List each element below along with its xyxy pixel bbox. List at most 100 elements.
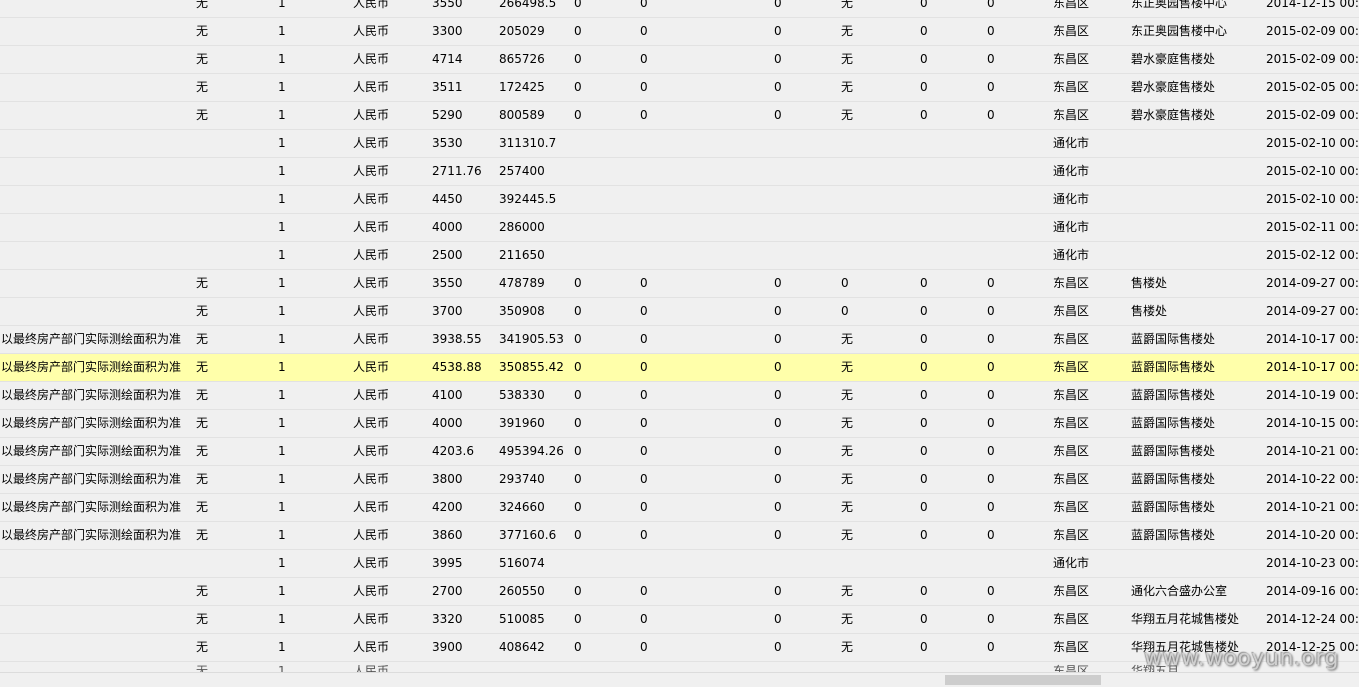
table-cell[interactable]: 211650: [499, 242, 571, 269]
table-cell[interactable]: 东昌区: [1053, 382, 1123, 409]
table-cell[interactable]: 2014-12-15 00:00: [1266, 0, 1359, 17]
table-cell[interactable]: 4203.6: [432, 438, 496, 465]
table-cell[interactable]: 3938.55: [432, 326, 496, 353]
table-cell[interactable]: 0: [774, 438, 814, 465]
table-cell[interactable]: [1, 102, 191, 129]
table-cell[interactable]: 0: [920, 354, 960, 381]
table-row[interactable]: 无 1 人民币 3550 478789 0 0 0 0 0 0 东昌区 售楼处 2014-09-27 00…: [0, 270, 1359, 298]
table-cell[interactable]: 人民币: [353, 550, 423, 577]
table-cell[interactable]: 无: [196, 354, 236, 381]
table-cell[interactable]: 478789: [499, 270, 571, 297]
table-cell[interactable]: 东昌区: [1053, 634, 1123, 661]
table-cell[interactable]: 东昌区: [1053, 522, 1123, 549]
table-cell[interactable]: 无: [841, 46, 881, 73]
table-cell[interactable]: 0: [774, 298, 814, 325]
table-cell[interactable]: 0: [987, 102, 1027, 129]
table-cell[interactable]: 1: [278, 606, 318, 633]
table-cell[interactable]: 0: [640, 438, 680, 465]
table-cell[interactable]: [1131, 158, 1261, 185]
table-cell[interactable]: 人民币: [353, 522, 423, 549]
table-cell[interactable]: 东正奥园售楼中心: [1131, 0, 1261, 17]
table-cell[interactable]: 无: [841, 382, 881, 409]
table-cell[interactable]: 1: [278, 186, 318, 213]
table-cell[interactable]: 0: [920, 18, 960, 45]
table-cell[interactable]: 无: [841, 466, 881, 493]
table-cell[interactable]: 1: [278, 46, 318, 73]
table-cell[interactable]: 4450: [432, 186, 496, 213]
table-cell[interactable]: 0: [574, 18, 614, 45]
table-cell[interactable]: 0: [774, 354, 814, 381]
table-cell[interactable]: 以最终房产部门实际测绘面积为准: [1, 354, 191, 381]
table-cell[interactable]: 东昌区: [1053, 438, 1123, 465]
scrollbar-thumb[interactable]: [945, 675, 1101, 685]
table-cell[interactable]: 0: [574, 298, 614, 325]
table-cell[interactable]: 4100: [432, 382, 496, 409]
table-cell[interactable]: [987, 130, 1027, 157]
table-cell[interactable]: 东昌区: [1053, 298, 1123, 325]
table-cell[interactable]: 0: [987, 410, 1027, 437]
table-cell[interactable]: 人民币: [353, 298, 423, 325]
table-cell[interactable]: 无: [841, 354, 881, 381]
table-cell[interactable]: [196, 130, 236, 157]
table-cell[interactable]: 2014-09-27 00:00: [1266, 298, 1359, 325]
table-cell[interactable]: 碧水豪庭售楼处: [1131, 102, 1261, 129]
table-cell[interactable]: 0: [920, 326, 960, 353]
table-cell[interactable]: [1, 550, 191, 577]
table-cell[interactable]: 495394.26: [499, 438, 571, 465]
table-cell[interactable]: 东昌区: [1053, 494, 1123, 521]
table-cell[interactable]: 0: [774, 0, 814, 17]
table-cell[interactable]: 0: [640, 382, 680, 409]
table-cell[interactable]: [1, 130, 191, 157]
table-cell[interactable]: 售楼处: [1131, 270, 1261, 297]
table-cell[interactable]: 人民币: [353, 382, 423, 409]
table-cell[interactable]: 1: [278, 298, 318, 325]
table-row[interactable]: 无 1 人民币 3550 266498.5 0 0 0 无 0 0 东昌区 东正奥园售楼中心 2014-1…: [0, 0, 1359, 18]
table-cell[interactable]: 0: [920, 46, 960, 73]
table-cell[interactable]: [1131, 242, 1261, 269]
table-cell[interactable]: 0: [920, 606, 960, 633]
table-cell[interactable]: 0: [774, 578, 814, 605]
table-cell[interactable]: [1131, 186, 1261, 213]
table-cell[interactable]: 0: [774, 46, 814, 73]
table-cell[interactable]: 311310.7: [499, 130, 571, 157]
table-cell[interactable]: 0: [987, 0, 1027, 17]
table-cell[interactable]: 293740: [499, 466, 571, 493]
table-cell[interactable]: 0: [774, 326, 814, 353]
table-cell[interactable]: 0: [920, 102, 960, 129]
table-cell[interactable]: 377160.6: [499, 522, 571, 549]
table-cell[interactable]: 0: [774, 606, 814, 633]
table-cell[interactable]: 5290: [432, 102, 496, 129]
table-cell[interactable]: 0: [640, 634, 680, 661]
table-cell[interactable]: 1: [278, 242, 318, 269]
table-cell[interactable]: 以最终房产部门实际测绘面积为准: [1, 466, 191, 493]
table-cell[interactable]: 0: [640, 494, 680, 521]
table-cell[interactable]: 0: [920, 298, 960, 325]
table-cell[interactable]: 257400: [499, 158, 571, 185]
table-cell[interactable]: [920, 186, 960, 213]
table-cell[interactable]: 人民币: [353, 242, 423, 269]
table-cell[interactable]: [574, 242, 614, 269]
table-cell[interactable]: 0: [920, 494, 960, 521]
table-cell[interactable]: [1, 634, 191, 661]
table-row[interactable]: 1 人民币 2711.76257400 通化市 2015-02-10 00:00: [0, 158, 1359, 186]
table-cell[interactable]: 人民币: [353, 466, 423, 493]
table-cell[interactable]: 3860: [432, 522, 496, 549]
table-cell[interactable]: 2015-02-09 00:00: [1266, 18, 1359, 45]
table-cell[interactable]: 碧水豪庭售楼处: [1131, 74, 1261, 101]
table-cell[interactable]: 865726: [499, 46, 571, 73]
table-cell[interactable]: 人民币: [353, 18, 423, 45]
table-row[interactable]: 以最终房产部门实际测绘面积为准无 1 人民币 3860 377160.6 0 0 0 无 0 0 东昌…: [0, 522, 1359, 550]
table-cell[interactable]: 1: [278, 130, 318, 157]
table-cell[interactable]: 0: [640, 354, 680, 381]
table-cell[interactable]: 0: [987, 382, 1027, 409]
table-cell[interactable]: 东昌区: [1053, 410, 1123, 437]
table-cell[interactable]: 0: [987, 46, 1027, 73]
table-cell[interactable]: 0: [640, 270, 680, 297]
table-cell[interactable]: 人民币: [353, 578, 423, 605]
table-cell[interactable]: 0: [920, 466, 960, 493]
table-cell[interactable]: 无: [841, 606, 881, 633]
table-cell[interactable]: 0: [987, 438, 1027, 465]
table-cell[interactable]: 人民币: [353, 102, 423, 129]
table-cell[interactable]: 1: [278, 0, 318, 17]
table-cell[interactable]: [841, 242, 881, 269]
